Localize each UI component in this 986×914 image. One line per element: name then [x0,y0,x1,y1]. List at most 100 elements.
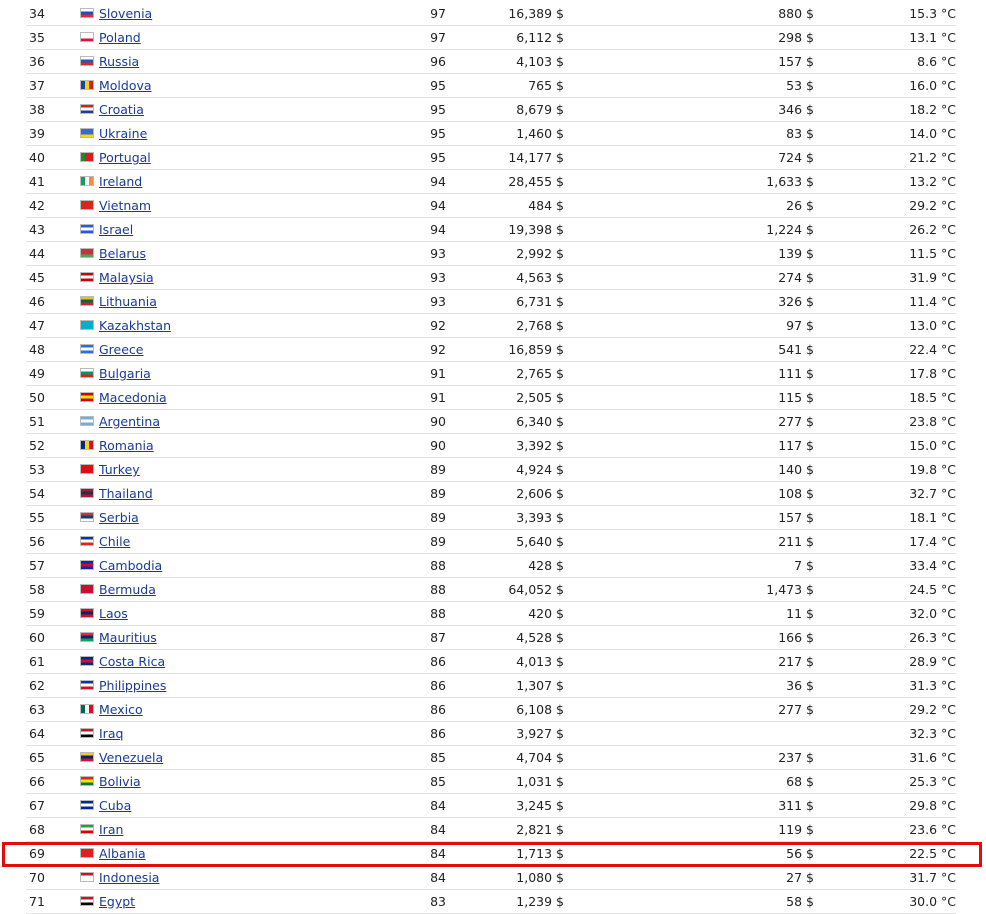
country-link[interactable]: Egypt [99,890,135,914]
country-link[interactable]: Serbia [99,506,139,530]
country-link[interactable]: Mexico [99,698,143,722]
second-value-cell: 157 $ [778,54,814,69]
flag-icon [80,584,94,594]
country-link[interactable]: Thailand [99,482,153,506]
country-link[interactable]: Croatia [99,98,144,122]
country-link[interactable]: Iran [99,818,123,842]
gdp-per-capita-cell: 2,992 $ [516,246,564,261]
country-link[interactable]: Bermuda [99,578,156,602]
country-link[interactable]: Vietnam [99,194,151,218]
temperature-cell: 32.0 °C [909,606,956,621]
temperature-cell: 26.3 °C [909,630,956,645]
gdp-per-capita-cell: 4,704 $ [516,750,564,765]
country-link[interactable]: Kazakhstan [99,314,171,338]
country-link[interactable]: Cambodia [99,554,162,578]
country-link[interactable]: Costa Rica [99,650,165,674]
country-link[interactable]: Laos [99,602,128,626]
rank-cell: 62 [29,678,45,693]
country-link[interactable]: Slovenia [99,2,152,26]
country-link[interactable]: Ireland [99,170,142,194]
rank-cell: 40 [29,150,45,165]
table-row: 34 Slovenia 97 16,389 $ 880 $ 15.3 °C [26,2,956,26]
table-row: 58 Bermuda 88 64,052 $ 1,473 $ 24.5 °C [26,578,956,602]
flag-icon [80,752,94,762]
country-link[interactable]: Moldova [99,74,152,98]
flag-icon [80,440,94,450]
table-row: 51 Argentina 90 6,340 $ 277 $ 23.8 °C [26,410,956,434]
score-cell: 88 [430,606,446,621]
rank-cell: 70 [29,870,45,885]
second-value-cell: 27 $ [786,870,814,885]
country-link[interactable]: Malaysia [99,266,154,290]
flag-icon [80,152,94,162]
rank-cell: 64 [29,726,45,741]
temperature-cell: 13.1 °C [909,30,956,45]
second-value-cell: 326 $ [778,294,814,309]
gdp-per-capita-cell: 4,924 $ [516,462,564,477]
score-cell: 88 [430,582,446,597]
rank-cell: 66 [29,774,45,789]
score-cell: 94 [430,198,446,213]
score-cell: 90 [430,438,446,453]
flag-icon [80,872,94,882]
temperature-cell: 31.3 °C [909,678,956,693]
country-link[interactable]: Lithuania [99,290,157,314]
score-cell: 86 [430,654,446,669]
rank-cell: 63 [29,702,45,717]
table-row: 56 Chile 89 5,640 $ 211 $ 17.4 °C [26,530,956,554]
score-cell: 91 [430,366,446,381]
temperature-cell: 19.8 °C [909,462,956,477]
country-link[interactable]: Mauritius [99,626,157,650]
rank-cell: 68 [29,822,45,837]
country-link[interactable]: Romania [99,434,154,458]
country-link[interactable]: Cuba [99,794,131,818]
country-link[interactable]: Iraq [99,722,123,746]
country-link[interactable]: Greece [99,338,144,362]
second-value-cell: 97 $ [786,318,814,333]
score-cell: 95 [430,102,446,117]
table-row: 37 Moldova 95 765 $ 53 $ 16.0 °C [26,74,956,98]
country-link[interactable]: Israel [99,218,133,242]
country-link[interactable]: Ukraine [99,122,147,146]
country-link[interactable]: Indonesia [99,866,159,890]
gdp-per-capita-cell: 6,731 $ [516,294,564,309]
country-link[interactable]: Chile [99,530,130,554]
gdp-per-capita-cell: 1,460 $ [516,126,564,141]
country-link[interactable]: Macedonia [99,386,167,410]
flag-icon [80,608,94,618]
score-cell: 95 [430,126,446,141]
temperature-cell: 23.6 °C [909,822,956,837]
temperature-cell: 23.8 °C [909,414,956,429]
table-row: 65 Venezuela 85 4,704 $ 237 $ 31.6 °C [26,746,956,770]
country-link[interactable]: Poland [99,26,141,50]
rank-cell: 61 [29,654,45,669]
temperature-cell: 17.8 °C [909,366,956,381]
country-link[interactable]: Belarus [99,242,146,266]
rank-cell: 56 [29,534,45,549]
second-value-cell: 211 $ [778,534,814,549]
table-row: 66 Bolivia 85 1,031 $ 68 $ 25.3 °C [26,770,956,794]
gdp-per-capita-cell: 14,177 $ [508,150,564,165]
table-row: 41 Ireland 94 28,455 $ 1,633 $ 13.2 °C [26,170,956,194]
country-link[interactable]: Argentina [99,410,160,434]
second-value-cell: 26 $ [786,198,814,213]
flag-icon [80,8,94,18]
gdp-per-capita-cell: 16,859 $ [508,342,564,357]
country-link[interactable]: Bolivia [99,770,141,794]
table-row: 57 Cambodia 88 428 $ 7 $ 33.4 °C [26,554,956,578]
country-link[interactable]: Bulgaria [99,362,151,386]
flag-icon [80,704,94,714]
table-row: 61 Costa Rica 86 4,013 $ 217 $ 28.9 °C [26,650,956,674]
country-link[interactable]: Turkey [99,458,140,482]
country-link[interactable]: Russia [99,50,139,74]
gdp-per-capita-cell: 5,640 $ [516,534,564,549]
score-cell: 94 [430,174,446,189]
country-link[interactable]: Venezuela [99,746,163,770]
country-link[interactable]: Philippines [99,674,166,698]
table-row: 40 Portugal 95 14,177 $ 724 $ 21.2 °C [26,146,956,170]
gdp-per-capita-cell: 6,108 $ [516,702,564,717]
country-link[interactable]: Albania [99,842,146,866]
second-value-cell: 83 $ [786,126,814,141]
country-link[interactable]: Portugal [99,146,151,170]
score-cell: 95 [430,78,446,93]
